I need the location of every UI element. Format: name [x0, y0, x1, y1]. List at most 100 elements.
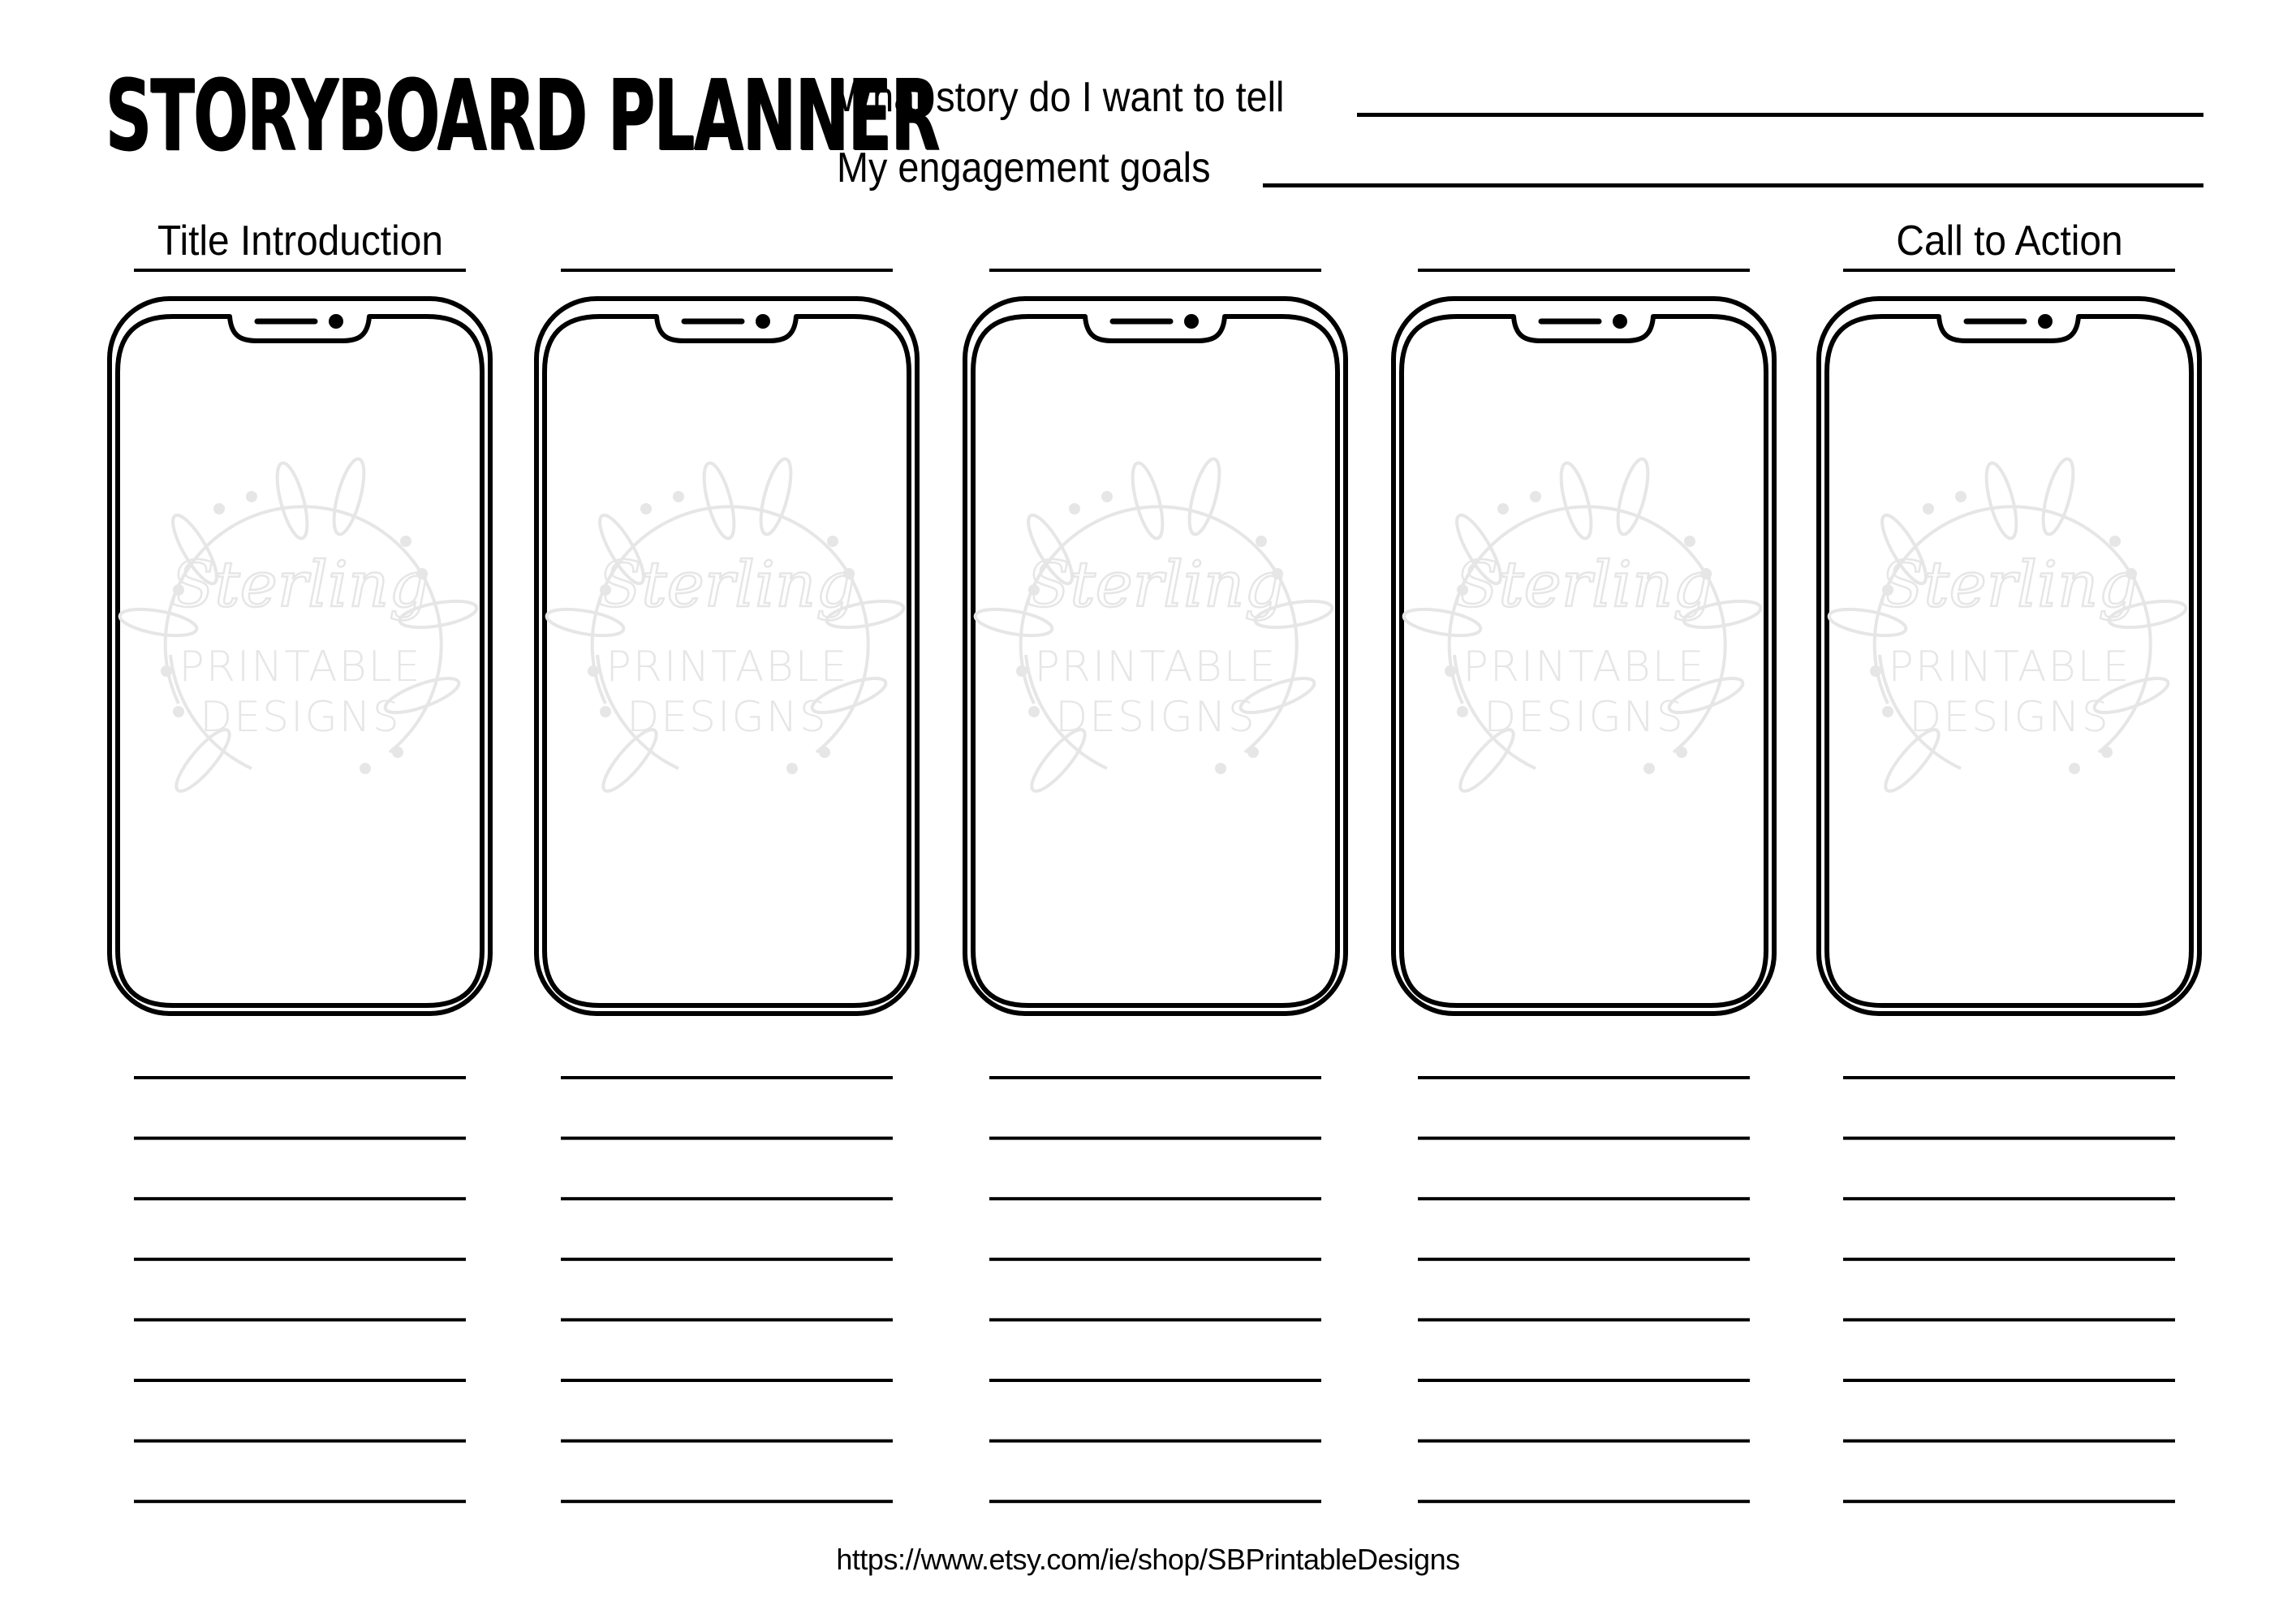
note-line[interactable] [134, 1439, 466, 1443]
smartphone-outline-icon: Sterling PRINTABLEDESIGNS [963, 296, 1348, 1016]
storyboard-column-1: Sterling PRINTABLEDESIGNS [107, 269, 493, 1504]
note-line[interactable] [561, 1318, 893, 1322]
heading-underline[interactable] [561, 269, 893, 272]
watermark-line-2: DESIGNS [627, 693, 827, 742]
wreath-berry [819, 747, 830, 758]
watermark-line-2: DESIGNS [1055, 693, 1256, 742]
note-line[interactable] [134, 1500, 466, 1504]
smartphone-outline-icon: Sterling PRINTABLEDESIGNS [534, 296, 920, 1016]
heading-underline[interactable] [1418, 269, 1750, 272]
note-line[interactable] [1843, 1076, 2175, 1079]
wreath-berry [1215, 763, 1226, 774]
note-line[interactable] [1418, 1318, 1750, 1322]
note-line[interactable] [1843, 1500, 2175, 1504]
watermark-script-text: Sterling [171, 549, 429, 622]
watermark-line-1: PRINTABLE [179, 643, 422, 691]
watermark-line-1: PRINTABLE [1463, 643, 1706, 691]
wreath-berry [588, 665, 599, 677]
note-line[interactable] [989, 1257, 1321, 1261]
heading-underline[interactable] [1843, 269, 2175, 272]
note-line[interactable] [1843, 1379, 2175, 1382]
note-line[interactable] [989, 1197, 1321, 1201]
note-line[interactable] [1843, 1136, 2175, 1140]
wreath-berry [1923, 503, 1934, 514]
note-line[interactable] [1418, 1500, 1750, 1504]
note-line[interactable] [989, 1136, 1321, 1140]
camera-icon [756, 314, 770, 329]
note-line[interactable] [1418, 1379, 1750, 1382]
wreath-berry [2109, 536, 2121, 547]
wreath-berry [213, 503, 225, 514]
wreath-berry [246, 491, 257, 502]
camera-icon [329, 314, 343, 329]
smartphone-outline-icon: Sterling PRINTABLEDESIGNS [1391, 296, 1777, 1016]
wreath-berry [1955, 491, 1966, 502]
wreath-berry [1497, 503, 1509, 514]
wreath-berry [173, 706, 184, 717]
camera-icon [2038, 314, 2053, 329]
note-line[interactable] [1418, 1197, 1750, 1201]
storyboard-column-4: Sterling PRINTABLEDESIGNS [1391, 269, 1777, 1504]
wreath-berry [1101, 491, 1113, 502]
wreath-berry [600, 706, 611, 717]
wreath-berry [161, 665, 172, 677]
watermark-script-text: Sterling [598, 549, 856, 622]
smartphone-outline-icon: Sterling PRINTABLEDESIGNS [1816, 296, 2202, 1016]
note-line[interactable] [1843, 1197, 2175, 1201]
watermark-line-1: PRINTABLE [1889, 643, 2131, 691]
wreath-berry [1445, 665, 1456, 677]
note-line[interactable] [561, 1197, 893, 1201]
wreath-berry [1643, 763, 1655, 774]
note-line[interactable] [1418, 1439, 1750, 1443]
wreath-berry [1684, 536, 1695, 547]
smartphone-outline-icon: Sterling PRINTABLEDESIGNS [107, 296, 493, 1016]
note-line[interactable] [1843, 1439, 2175, 1443]
note-line[interactable] [989, 1076, 1321, 1079]
note-line[interactable] [561, 1439, 893, 1443]
wreath-berry [786, 763, 798, 774]
watermark-script-text: Sterling [1455, 549, 1713, 622]
watermark-script-text: Sterling [1027, 549, 1285, 622]
note-line[interactable] [561, 1076, 893, 1079]
note-line[interactable] [134, 1136, 466, 1140]
note-line[interactable] [134, 1318, 466, 1322]
wreath-berry [1028, 706, 1040, 717]
wreath-berry [1256, 536, 1267, 547]
note-line[interactable] [134, 1076, 466, 1079]
wreath-berry [400, 536, 411, 547]
camera-icon [1184, 314, 1199, 329]
note-line[interactable] [989, 1318, 1321, 1322]
wreath-berry [1069, 503, 1080, 514]
footer-shop-url[interactable]: https://www.etsy.com/ie/shop/SBPrintable… [0, 1545, 2296, 1574]
note-line[interactable] [989, 1500, 1321, 1504]
storyboard-column-3: Sterling PRINTABLEDESIGNS [963, 269, 1348, 1504]
note-line[interactable] [1843, 1318, 2175, 1322]
wreath-berry [1530, 491, 1541, 502]
note-line[interactable] [561, 1379, 893, 1382]
wreath-berry [1016, 665, 1027, 677]
note-line[interactable] [1843, 1257, 2175, 1261]
note-line[interactable] [561, 1136, 893, 1140]
wreath-berry [640, 503, 652, 514]
note-line[interactable] [989, 1439, 1321, 1443]
note-line[interactable] [1418, 1076, 1750, 1079]
wreath-berry [2069, 763, 2080, 774]
note-line[interactable] [134, 1379, 466, 1382]
note-line[interactable] [1418, 1257, 1750, 1261]
heading-underline[interactable] [134, 269, 466, 272]
watermark-line-1: PRINTABLE [1035, 643, 1277, 691]
wreath-berry [673, 491, 684, 502]
storyboard-column-2: Sterling PRINTABLEDESIGNS [534, 269, 920, 1504]
heading-underline[interactable] [989, 269, 1321, 272]
note-line[interactable] [561, 1500, 893, 1504]
wreath-berry [1247, 747, 1259, 758]
wreath-berry [1870, 665, 1881, 677]
note-line[interactable] [134, 1197, 466, 1201]
note-line[interactable] [989, 1379, 1321, 1382]
note-line[interactable] [134, 1257, 466, 1261]
watermark-line-2: DESIGNS [1909, 693, 2109, 742]
wreath-berry [2101, 747, 2113, 758]
note-line[interactable] [561, 1257, 893, 1261]
note-line[interactable] [1418, 1136, 1750, 1140]
wreath-berry [1882, 706, 1893, 717]
